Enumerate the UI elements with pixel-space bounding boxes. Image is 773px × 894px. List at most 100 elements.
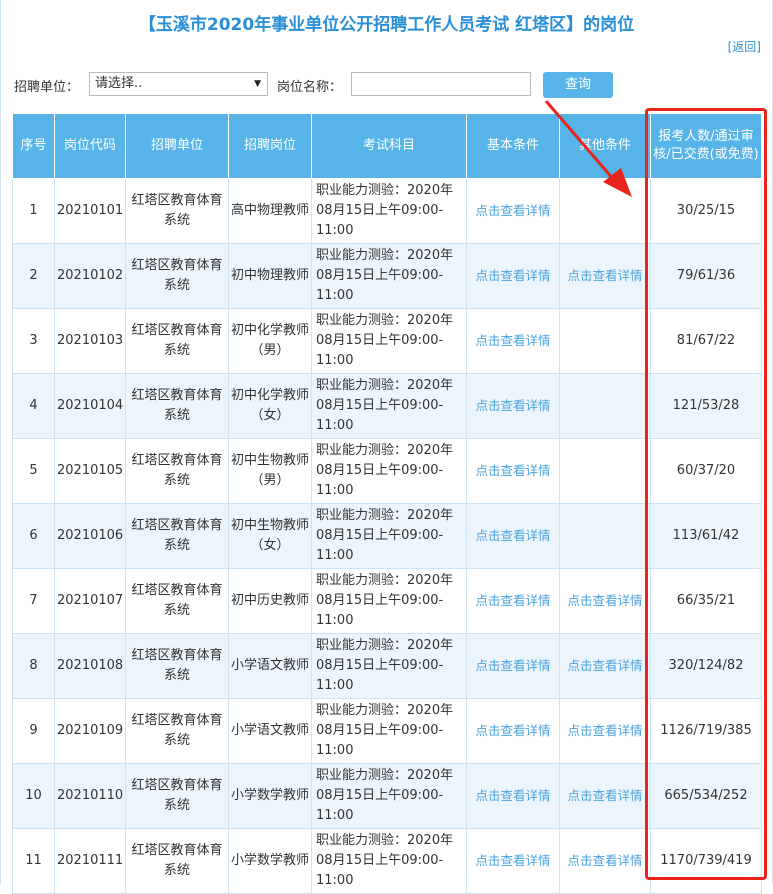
basic-conditions-link[interactable]: 点击查看详情 [475, 788, 550, 803]
table-row: 2 20210102 红塔区教育体育系统 初中物理教师 职业能力测验：2020年08月1… [12, 243, 762, 309]
table-row: 8 20210108 红塔区教育体育系统 小学语文教师 职业能力测验：2020年08月1… [12, 633, 762, 699]
cell-stats: 665/534/252 [650, 763, 762, 829]
cell-code: 20210109 [54, 698, 126, 764]
cell-stats: 320/124/82 [650, 633, 762, 699]
cell-no: 11 [12, 828, 55, 894]
post-name-input[interactable] [351, 72, 531, 96]
basic-conditions-link[interactable]: 点击查看详情 [475, 853, 550, 868]
basic-conditions-link[interactable]: 点击查看详情 [475, 463, 550, 478]
table-row: 3 20210103 红塔区教育体育系统 初中化学教师（男） 职业能力测验：2020年0… [12, 308, 762, 374]
cell-basic-link: 点击查看详情 [466, 763, 560, 829]
cell-no: 4 [12, 373, 55, 439]
cell-other-link [559, 503, 651, 569]
cell-other-link: 点击查看详情 [559, 568, 651, 634]
cell-basic-link: 点击查看详情 [466, 243, 560, 309]
other-conditions-link[interactable]: 点击查看详情 [567, 853, 642, 868]
cell-basic-link: 点击查看详情 [466, 698, 560, 764]
cell-basic-link: 点击查看详情 [466, 633, 560, 699]
cell-exam: 职业能力测验：2020年08月15日上午09:00-11:00 [311, 438, 467, 504]
page-title: 【玉溪市2020年事业单位公开招聘工作人员考试 红塔区】的岗位 [138, 15, 635, 35]
cell-exam: 职业能力测验：2020年08月15日上午09:00-11:00 [311, 763, 467, 829]
other-conditions-link[interactable]: 点击查看详情 [567, 268, 642, 283]
basic-conditions-link[interactable]: 点击查看详情 [475, 723, 550, 738]
cell-unit: 红塔区教育体育系统 [125, 763, 229, 829]
cell-exam: 职业能力测验：2020年08月15日上午09:00-11:00 [311, 308, 467, 374]
cell-post: 小学语文教师 [228, 633, 312, 699]
positions-table: 序号 岗位代码 招聘单位 招聘岗位 考试科目 基本条件 其他条件 报考人数/通过… [12, 113, 762, 894]
other-conditions-link[interactable]: 点击查看详情 [567, 788, 642, 803]
table-header-row: 序号 岗位代码 招聘单位 招聘岗位 考试科目 基本条件 其他条件 报考人数/通过… [12, 113, 762, 179]
basic-conditions-link[interactable]: 点击查看详情 [475, 398, 550, 413]
cell-post: 初中化学教师（女） [228, 373, 312, 439]
table-row: 6 20210106 红塔区教育体育系统 初中生物教师（女） 职业能力测验：2020年0… [12, 503, 762, 569]
cell-other-link: 点击查看详情 [559, 828, 651, 894]
cell-code: 20210111 [54, 828, 126, 894]
cell-stats: 81/67/22 [650, 308, 762, 374]
cell-exam: 职业能力测验：2020年08月15日上午09:00-11:00 [311, 828, 467, 894]
cell-exam: 职业能力测验：2020年08月15日上午09:00-11:00 [311, 698, 467, 764]
cell-code: 20210108 [54, 633, 126, 699]
basic-conditions-link[interactable]: 点击查看详情 [475, 528, 550, 543]
unit-select-value: 请选择.. [95, 76, 143, 91]
cell-other-link [559, 438, 651, 504]
cell-no: 10 [12, 763, 55, 829]
col-header-code: 岗位代码 [54, 113, 126, 179]
cell-unit: 红塔区教育体育系统 [125, 308, 229, 374]
cell-no: 5 [12, 438, 55, 504]
cell-no: 3 [12, 308, 55, 374]
other-conditions-link[interactable]: 点击查看详情 [567, 593, 642, 608]
cell-stats: 66/35/21 [650, 568, 762, 634]
cell-post: 小学数学教师 [228, 763, 312, 829]
table-row: 1 20210101 红塔区教育体育系统 高中物理教师 职业能力测验：2020年08月1… [12, 178, 762, 244]
other-conditions-link[interactable]: 点击查看详情 [567, 723, 642, 738]
cell-code: 20210103 [54, 308, 126, 374]
table-row: 11 20210111 红塔区教育体育系统 小学数学教师 职业能力测验：2020年08月… [12, 828, 762, 894]
cell-no: 9 [12, 698, 55, 764]
cell-no: 2 [12, 243, 55, 309]
other-conditions-link[interactable]: 点击查看详情 [567, 658, 642, 673]
basic-conditions-link[interactable]: 点击查看详情 [475, 203, 550, 218]
cell-other-link: 点击查看详情 [559, 633, 651, 699]
basic-conditions-link[interactable]: 点击查看详情 [475, 658, 550, 673]
col-header-stats: 报考人数/通过审核/已交费(或免费) [650, 113, 762, 179]
cell-basic-link: 点击查看详情 [466, 308, 560, 374]
cell-post: 小学语文教师 [228, 698, 312, 764]
cell-unit: 红塔区教育体育系统 [125, 828, 229, 894]
cell-basic-link: 点击查看详情 [466, 568, 560, 634]
cell-post: 初中化学教师（男） [228, 308, 312, 374]
cell-exam: 职业能力测验：2020年08月15日上午09:00-11:00 [311, 178, 467, 244]
cell-exam: 职业能力测验：2020年08月15日上午09:00-11:00 [311, 503, 467, 569]
cell-no: 7 [12, 568, 55, 634]
basic-conditions-link[interactable]: 点击查看详情 [475, 268, 550, 283]
cell-unit: 红塔区教育体育系统 [125, 438, 229, 504]
cell-stats: 121/53/28 [650, 373, 762, 439]
cell-post: 小学数学教师 [228, 828, 312, 894]
cell-stats: 60/37/20 [650, 438, 762, 504]
col-header-post: 招聘岗位 [228, 113, 312, 179]
cell-exam: 职业能力测验：2020年08月15日上午09:00-11:00 [311, 568, 467, 634]
back-link[interactable]: [返回] [728, 38, 761, 55]
basic-conditions-link[interactable]: 点击查看详情 [475, 593, 550, 608]
table-row: 9 20210109 红塔区教育体育系统 小学语文教师 职业能力测验：2020年08月1… [12, 698, 762, 764]
cell-no: 8 [12, 633, 55, 699]
unit-select[interactable]: 请选择.. ▼ [89, 72, 268, 96]
table-row: 10 20210110 红塔区教育体育系统 小学数学教师 职业能力测验：2020年08月… [12, 763, 762, 829]
cell-unit: 红塔区教育体育系统 [125, 503, 229, 569]
cell-code: 20210101 [54, 178, 126, 244]
cell-other-link [559, 178, 651, 244]
cell-unit: 红塔区教育体育系统 [125, 373, 229, 439]
cell-other-link [559, 308, 651, 374]
query-button[interactable]: 查询 [543, 72, 613, 98]
post-name-label: 岗位名称： [277, 80, 343, 95]
col-header-exam: 考试科目 [311, 113, 467, 179]
col-header-unit: 招聘单位 [125, 113, 229, 179]
cell-stats: 30/25/15 [650, 178, 762, 244]
dropdown-arrow-icon: ▼ [254, 79, 261, 89]
basic-conditions-link[interactable]: 点击查看详情 [475, 333, 550, 348]
cell-other-link [559, 373, 651, 439]
cell-post: 初中物理教师 [228, 243, 312, 309]
cell-code: 20210102 [54, 243, 126, 309]
table-body: 1 20210101 红塔区教育体育系统 高中物理教师 职业能力测验：2020年08月1… [12, 178, 762, 894]
cell-unit: 红塔区教育体育系统 [125, 568, 229, 634]
cell-unit: 红塔区教育体育系统 [125, 633, 229, 699]
